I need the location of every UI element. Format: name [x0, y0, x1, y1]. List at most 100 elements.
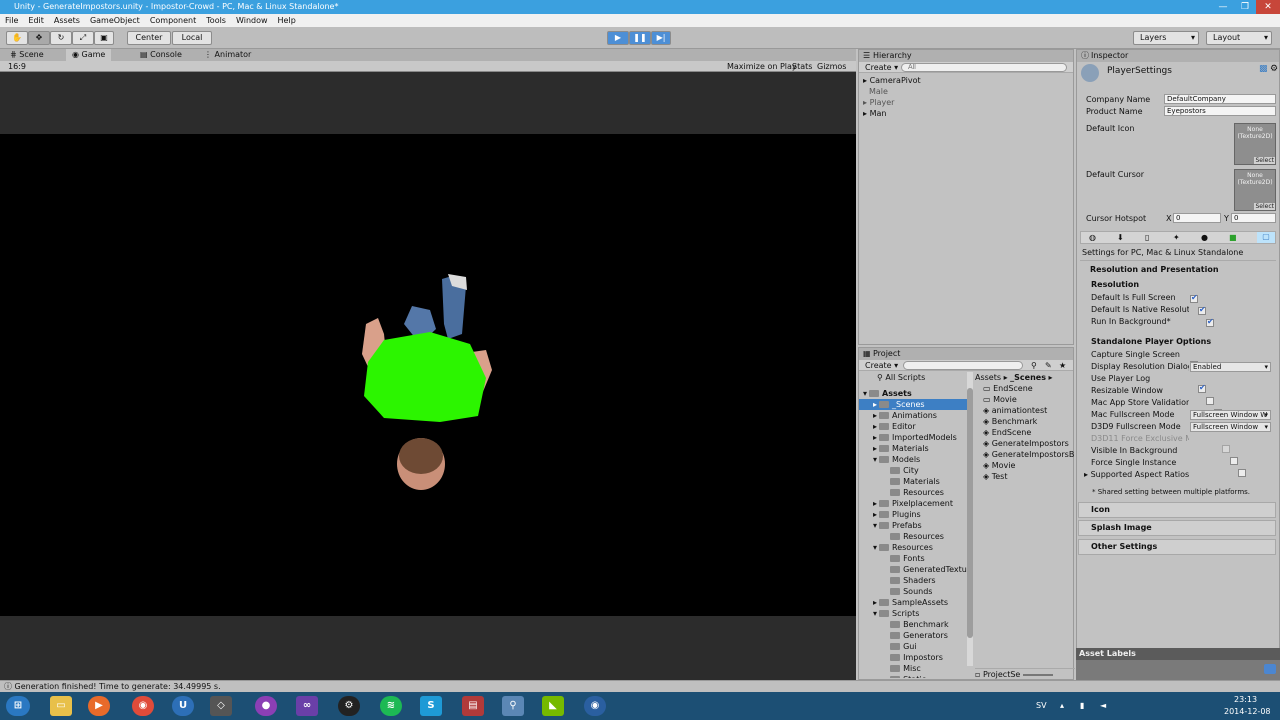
setting-dropdown[interactable]: Fullscreen Window ▾ [1190, 422, 1271, 432]
project-tree-item[interactable]: GeneratedTextures [859, 564, 967, 575]
project-tree-item[interactable]: ▸ _Scenes [859, 399, 967, 410]
list-item[interactable]: ▸ CameraPivot [859, 75, 1073, 86]
list-item[interactable]: ▭ Movie [983, 395, 1075, 406]
menu-help[interactable]: Help [273, 14, 301, 27]
tab-animator[interactable]: ⋮ Animator [198, 49, 257, 61]
list-item[interactable]: ◈ animationtest [983, 406, 1075, 417]
expand-arrow-icon[interactable] [883, 631, 888, 640]
filter-label-icon[interactable]: ✎ [1045, 360, 1052, 371]
gear-icon[interactable]: ⚙ [1270, 64, 1278, 74]
expand-arrow-icon[interactable]: ▸ [873, 422, 877, 431]
expand-arrow-icon[interactable]: ▾ [873, 455, 877, 464]
company-name-field[interactable]: DefaultCompany [1164, 94, 1276, 104]
project-tree-item[interactable]: ▸ Plugins [859, 509, 967, 520]
hierarchy-search-input[interactable] [901, 63, 1067, 72]
expand-arrow-icon[interactable] [883, 576, 888, 585]
tab-scene[interactable]: ⋕ Scene [4, 49, 50, 61]
other-settings-section-header[interactable]: Other Settings [1078, 539, 1276, 555]
aspect-ratios-foldout[interactable]: ▸ Supported Aspect Ratios [1084, 470, 1189, 479]
project-tree-item[interactable]: ▸ SampleAssets [859, 597, 967, 608]
expand-arrow-icon[interactable] [883, 620, 888, 629]
list-item[interactable]: ▭ EndScene [983, 384, 1075, 395]
unreal-icon[interactable]: U [172, 696, 194, 716]
expand-arrow-icon[interactable]: ▸ [873, 510, 877, 519]
tab-game[interactable]: ◉ Game [66, 49, 112, 61]
scale-tool-icon[interactable]: ⤢ [72, 31, 94, 45]
hierarchy-create-button[interactable]: Create ▾ [865, 62, 898, 73]
help-book-icon[interactable]: ▩ [1259, 64, 1268, 74]
project-tree-item[interactable]: Gui [859, 641, 967, 652]
expand-arrow-icon[interactable]: ▾ [873, 521, 877, 530]
setting-checkbox[interactable] [1230, 456, 1238, 465]
game-viewport[interactable] [0, 134, 856, 616]
rotate-tool-icon[interactable]: ↻ [50, 31, 72, 45]
list-item[interactable]: ◈ GenerateImpostorsB [983, 450, 1075, 461]
project-tree-item[interactable]: Shaders [859, 575, 967, 586]
media-player-icon[interactable]: ▶ [88, 696, 110, 716]
pause-button[interactable]: ❚❚ [629, 31, 651, 45]
start-button[interactable]: ⊞ [6, 696, 30, 716]
expand-arrow-icon[interactable]: ▸ [873, 411, 877, 420]
step-button[interactable]: ▶| [651, 31, 671, 45]
project-tree-item[interactable]: City [859, 465, 967, 476]
project-tree-item[interactable]: Generators [859, 630, 967, 641]
minimize-button[interactable]: — [1212, 0, 1234, 14]
setting-checkbox[interactable] [1198, 383, 1206, 393]
expand-arrow-icon[interactable] [883, 532, 888, 541]
mobile-platform-icon[interactable]: ▯ [1145, 233, 1149, 242]
app-blue-icon[interactable]: ◉ [584, 696, 606, 716]
nvidia-icon[interactable]: ◣ [542, 696, 564, 716]
expand-arrow-icon[interactable]: ▸ [873, 598, 877, 607]
expand-arrow-icon[interactable] [883, 477, 888, 486]
film-icon[interactable]: ▤ [462, 696, 484, 716]
hotspot-x-field[interactable]: 0 [1173, 213, 1221, 223]
web-platform-icon[interactable]: ◍ [1089, 233, 1096, 242]
select-button[interactable]: Select [1254, 203, 1275, 210]
app-search-icon[interactable]: ⚲ [502, 696, 524, 716]
blackberry-platform-icon[interactable]: ● [1201, 233, 1208, 242]
all-scripts-item[interactable]: ⚲ All Scripts [859, 372, 967, 383]
expand-arrow-icon[interactable] [883, 488, 888, 497]
expand-arrow-icon[interactable]: ▸ [873, 400, 877, 409]
project-tree-scrollbar[interactable] [967, 372, 973, 666]
tag-icon[interactable] [1264, 664, 1276, 674]
expand-arrow-icon[interactable]: ▾ [863, 389, 867, 398]
setting-dropdown[interactable]: Enabled ▾ [1190, 362, 1271, 372]
expand-arrow-icon[interactable]: ▸ [873, 433, 877, 442]
setting-dropdown[interactable]: Fullscreen Window W ▾ [1190, 410, 1271, 420]
icon-section-header[interactable]: Icon [1078, 502, 1276, 518]
project-tree-item[interactable]: ▸ Editor [859, 421, 967, 432]
resolution-section-header[interactable]: Resolution and Presentation [1080, 260, 1276, 276]
expand-arrow-icon[interactable] [883, 653, 888, 662]
list-item[interactable]: ◈ EndScene [983, 428, 1075, 439]
menu-gameobject[interactable]: GameObject [85, 14, 145, 27]
project-create-button[interactable]: Create ▾ [865, 360, 898, 371]
default-icon-slot[interactable]: None (Texture2D) Select [1234, 123, 1276, 165]
list-item[interactable]: ◈ Benchmark [983, 417, 1075, 428]
list-item[interactable]: ◈ Test [983, 472, 1075, 483]
project-tree-item[interactable]: ▾ Prefabs [859, 520, 967, 531]
project-tree-item[interactable]: Resources [859, 531, 967, 542]
menu-tools[interactable]: Tools [201, 14, 231, 27]
expand-arrow-icon[interactable] [883, 587, 888, 596]
menu-window[interactable]: Window [231, 14, 273, 27]
steam-icon[interactable]: ⚙ [338, 696, 360, 716]
menu-assets[interactable]: Assets [49, 14, 85, 27]
project-tree-item[interactable]: ▾ Resources [859, 542, 967, 553]
list-item[interactable]: ▸ Man [859, 108, 1073, 119]
project-tree-item[interactable]: Impostors [859, 652, 967, 663]
expand-arrow-icon[interactable]: ▸ [873, 499, 877, 508]
spotify-icon[interactable]: ≋ [380, 696, 402, 716]
setting-checkbox[interactable] [1190, 293, 1198, 303]
select-button[interactable]: Select [1254, 157, 1275, 164]
favorite-icon[interactable]: ★ [1059, 360, 1066, 371]
project-tree-item[interactable]: Resources [859, 487, 967, 498]
project-tree-item[interactable]: ▾ Scripts [859, 608, 967, 619]
stats-toggle[interactable]: Stats [792, 61, 812, 72]
menu-edit[interactable]: Edit [23, 14, 49, 27]
splash-image-section-header[interactable]: Splash Image [1078, 520, 1276, 536]
expand-arrow-icon[interactable] [883, 664, 888, 673]
list-item[interactable]: ◈ Movie [983, 461, 1075, 472]
app-purple-icon[interactable]: ● [255, 696, 277, 716]
aspect-dropdown[interactable]: 16:9 [8, 61, 26, 72]
